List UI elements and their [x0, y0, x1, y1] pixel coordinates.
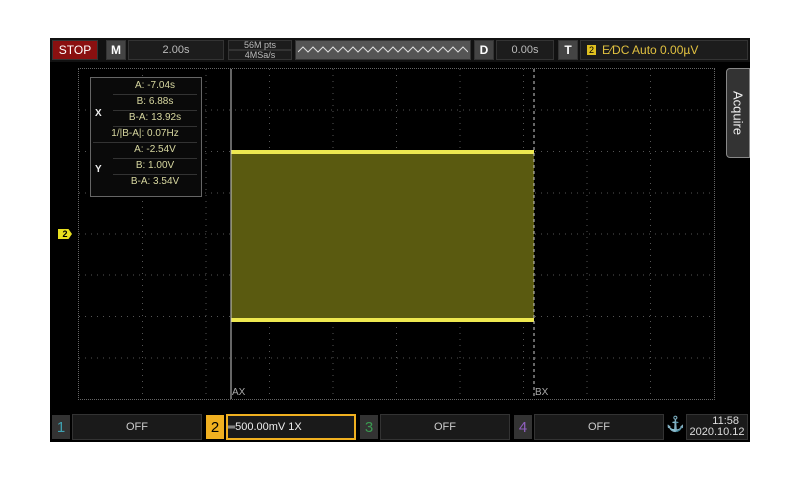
acquire-tab[interactable]: Acquire [726, 68, 750, 158]
channel-2-status[interactable]: ═ 500.00mV 1X [226, 414, 356, 440]
oscilloscope-screen: STOP M 2.00s 56M pts 4MSa/s D 0.00s T 2 … [50, 38, 750, 442]
measure-row: B-A: 3.54V [130, 176, 180, 187]
measure-row: 1/|B-A|: 0.07Hz [93, 126, 197, 143]
measure-row: B: 6.88s [113, 94, 197, 111]
x-axis-label: X [95, 108, 102, 119]
waveform-envelope [231, 151, 534, 321]
clock-date: 2020.10.12 [689, 426, 745, 438]
delay-value[interactable]: 0.00s [496, 40, 554, 60]
channel-4-button[interactable]: 4 [514, 415, 532, 439]
channel-2-offset-marker[interactable]: 2 [58, 229, 72, 239]
dc-coupling-icon: ═ [228, 421, 236, 433]
channel-3-button[interactable]: 3 [360, 415, 378, 439]
clock: 11:58 2020.10.12 [686, 414, 748, 440]
y-axis-label: Y [95, 164, 102, 175]
sample-rate: 4MSa/s [228, 50, 292, 60]
measure-row: A: -7.04s [113, 78, 197, 95]
waveform-overview [295, 40, 471, 60]
top-bar: STOP M 2.00s 56M pts 4MSa/s D 0.00s T 2 … [50, 38, 750, 62]
memory-depth: 56M pts [228, 40, 292, 50]
cursor-measurement-panel: X Y A: -7.04s B: 6.88s B-A: 13.92s 1/|B-… [90, 77, 202, 197]
timebase[interactable]: 2.00s [128, 40, 224, 60]
measure-row: B-A: 13.92s [113, 110, 197, 127]
cursor-b-label: BX [535, 387, 549, 398]
channel-4-status[interactable]: OFF [534, 414, 664, 440]
channel-2-scale: 500.00mV 1X [235, 421, 302, 433]
trigger-info[interactable]: 2 E∕DC Auto 0.00µV [580, 40, 748, 60]
measure-row: A: -2.54V [113, 142, 197, 159]
cursor-a-label: AX [232, 387, 246, 398]
channel-3-status[interactable]: OFF [380, 414, 510, 440]
channel-2-button[interactable]: 2 [206, 415, 224, 439]
trigger-channel-badge: 2 [587, 45, 597, 55]
trigger-settings: E∕DC Auto 0.00µV [602, 43, 699, 57]
usb-icon: ⚓ [666, 416, 685, 433]
trigger-button[interactable]: T [558, 40, 578, 60]
delay-button[interactable]: D [474, 40, 494, 60]
menu-button[interactable]: M [106, 40, 126, 60]
channel-1-button[interactable]: 1 [52, 415, 70, 439]
measure-row: B: 1.00V [113, 158, 197, 175]
overview-wave [298, 46, 468, 53]
channel-1-status[interactable]: OFF [72, 414, 202, 440]
run-stop-button[interactable]: STOP [52, 40, 98, 60]
